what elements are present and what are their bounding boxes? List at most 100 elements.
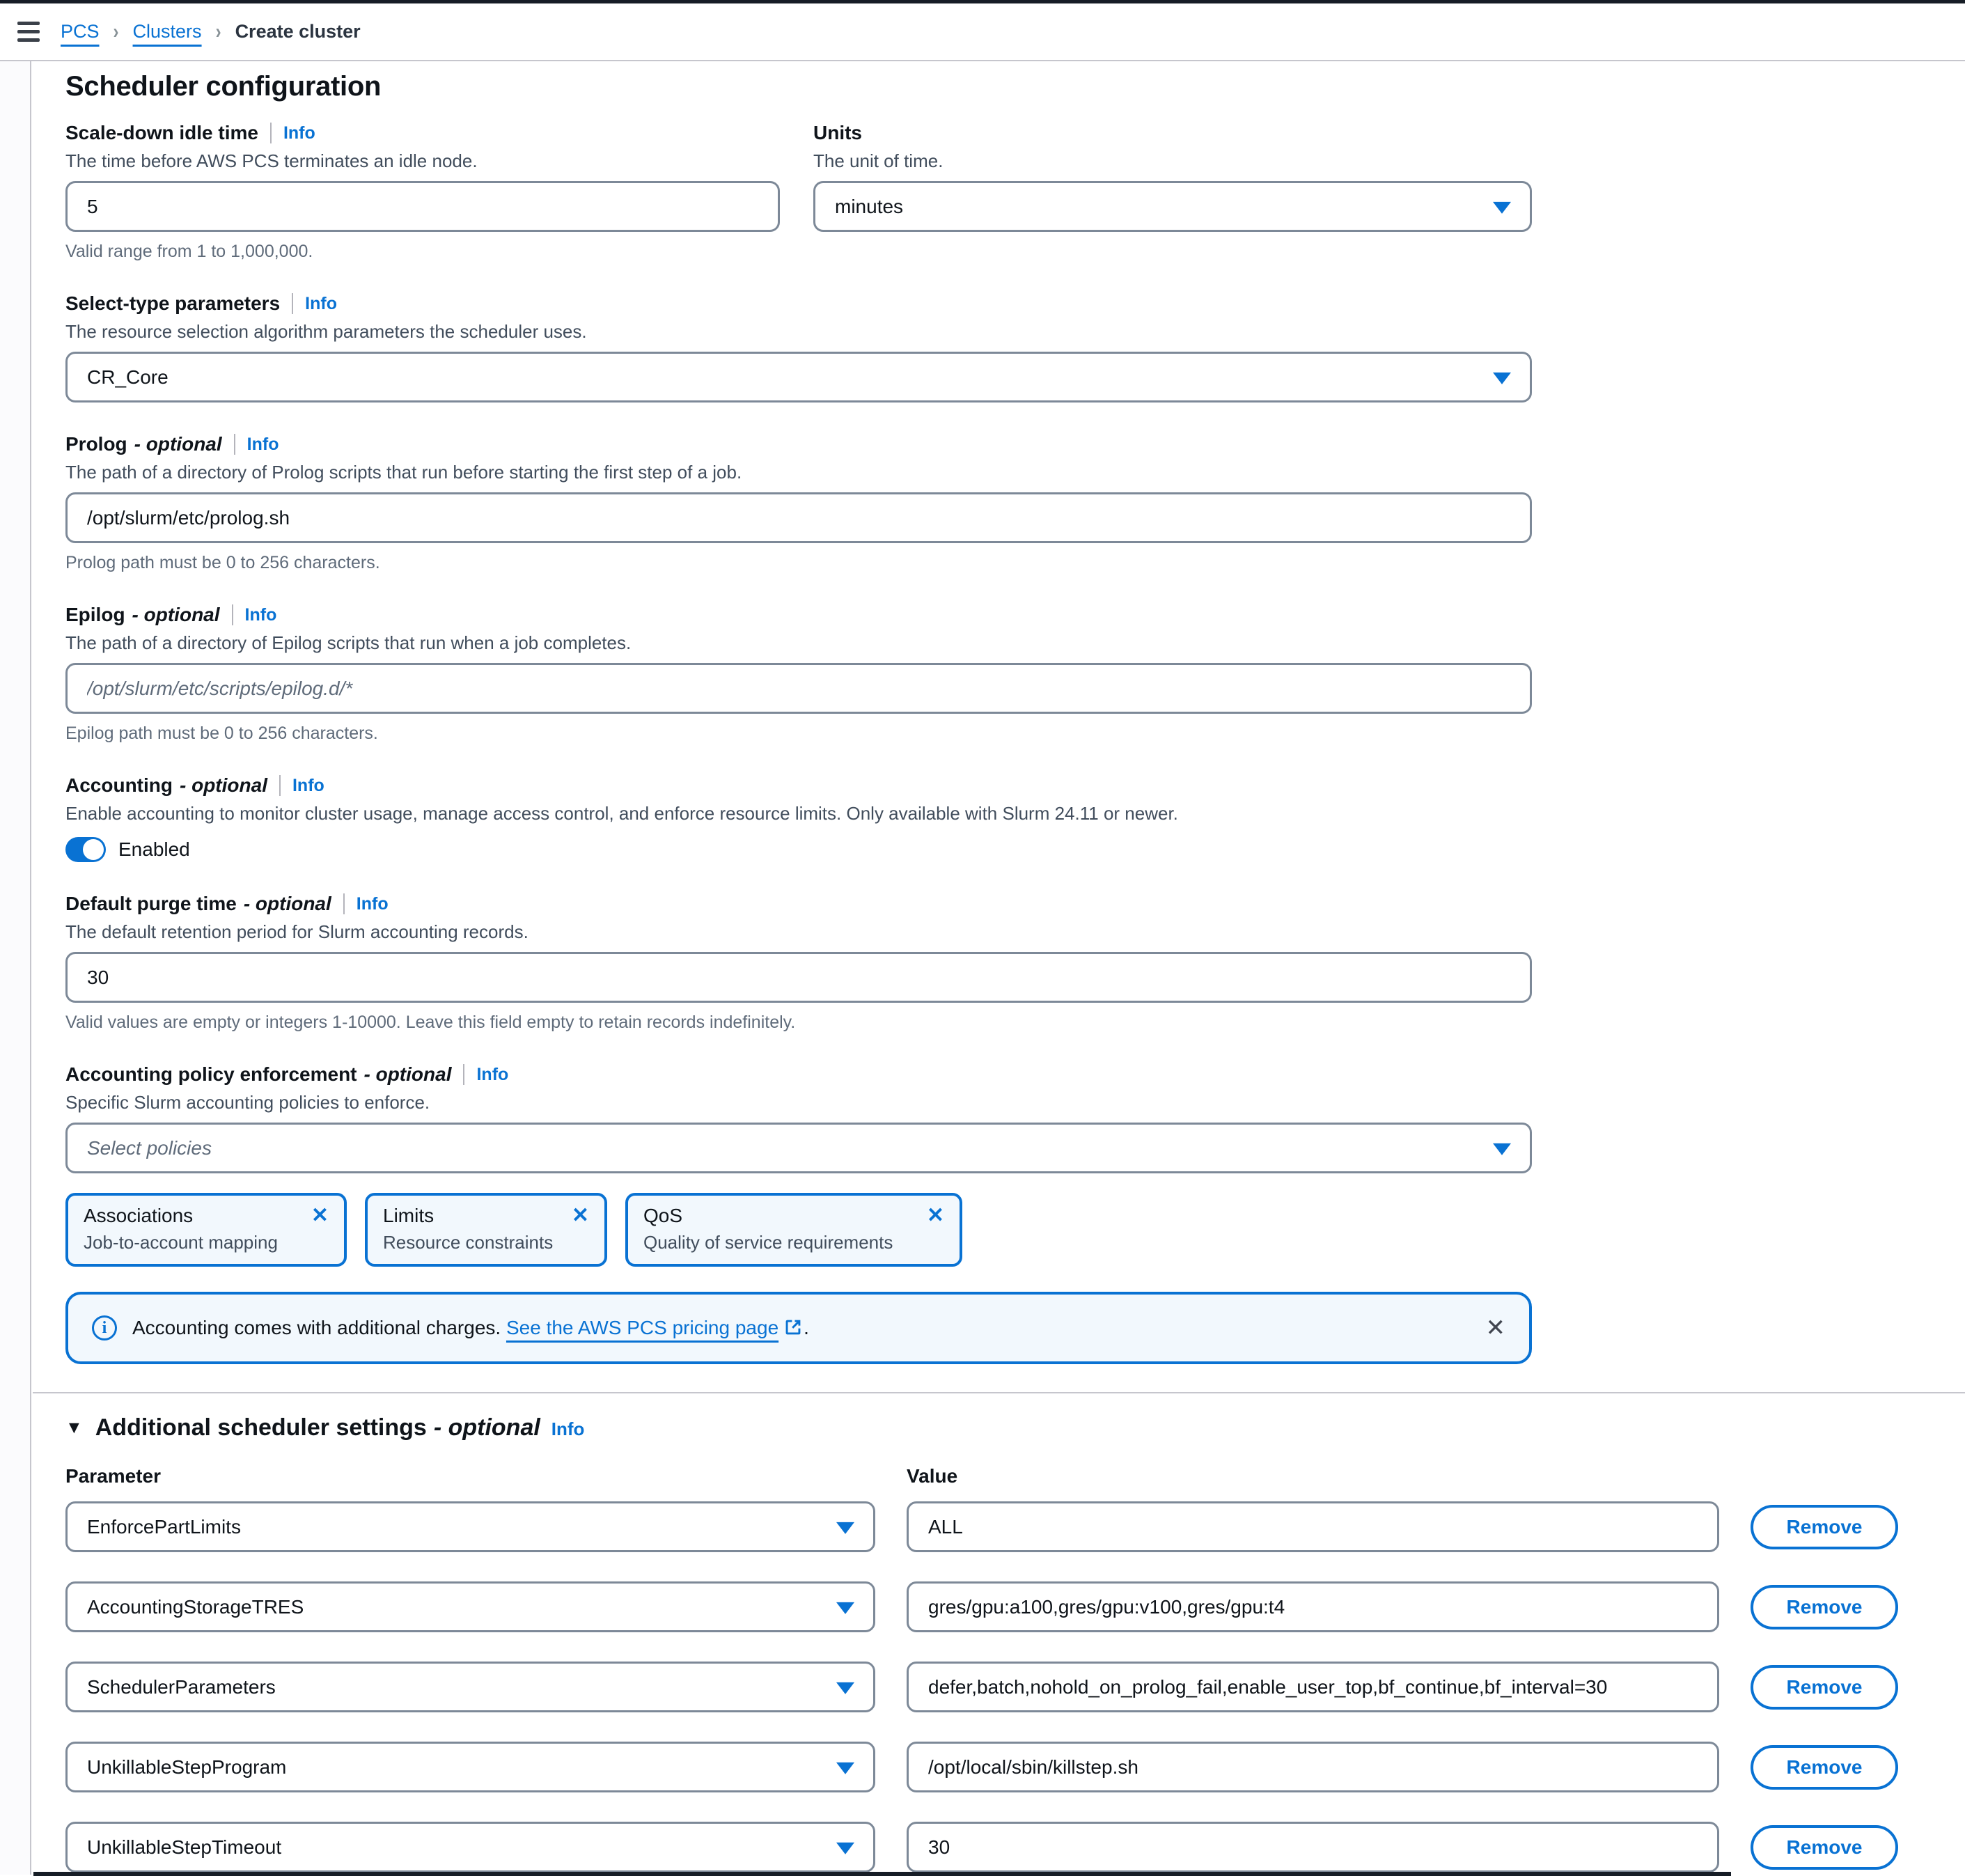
- accounting-description: Enable accounting to monitor cluster usa…: [65, 803, 1927, 824]
- optional-suffix: - optional: [132, 604, 220, 625]
- units-select[interactable]: minutes: [813, 181, 1532, 232]
- prolog-description: The path of a directory of Prolog script…: [65, 462, 1927, 483]
- remove-button[interactable]: Remove: [1751, 1585, 1898, 1629]
- caret-down-icon: [836, 1522, 854, 1533]
- parameter-select[interactable]: EnforcePartLimits: [65, 1501, 875, 1552]
- token-label: Limits: [383, 1205, 434, 1227]
- caret-down-icon: [836, 1762, 854, 1774]
- accounting-charges-alert: i Accounting comes with additional charg…: [65, 1292, 1532, 1364]
- hamburger-menu-icon[interactable]: [17, 22, 40, 42]
- policy-info-link[interactable]: Info: [476, 1065, 508, 1085]
- policy-select[interactable]: Select policies: [65, 1123, 1532, 1173]
- additional-settings-title: Additional scheduler settings: [95, 1414, 427, 1441]
- scale-down-field: Scale-down idle time Info The time befor…: [65, 122, 780, 262]
- select-type-description: The resource selection algorithm paramet…: [65, 321, 1927, 343]
- caret-down-icon: [1493, 201, 1511, 213]
- dismiss-icon[interactable]: ✕: [311, 1205, 329, 1226]
- caret-down-icon: [1493, 372, 1511, 384]
- scale-down-input[interactable]: [65, 181, 780, 232]
- select-type-info-link[interactable]: Info: [305, 294, 337, 314]
- scale-down-info-link[interactable]: Info: [283, 123, 315, 143]
- prolog-constraint: Prolog path must be 0 to 256 characters.: [65, 553, 1927, 573]
- policy-token-group: Associations ✕ Job-to-account mapping Li…: [65, 1193, 1927, 1267]
- prolog-input[interactable]: [65, 492, 1532, 543]
- toggle-knob: [83, 839, 104, 860]
- page-title: Scheduler configuration: [65, 71, 1927, 102]
- dismiss-icon[interactable]: ✕: [927, 1205, 944, 1226]
- policy-field: Accounting policy enforcement- optional …: [65, 1063, 1927, 1267]
- parameter-select[interactable]: UnkillableStepProgram: [65, 1742, 875, 1792]
- prolog-field: Prolog - optional Info The path of a dire…: [65, 433, 1927, 573]
- close-icon[interactable]: ✕: [1486, 1316, 1506, 1340]
- pricing-page-link[interactable]: See the AWS PCS pricing page: [506, 1317, 778, 1338]
- caret-down-icon: [836, 1842, 854, 1854]
- accounting-info-link[interactable]: Info: [292, 776, 324, 796]
- accounting-toggle[interactable]: [65, 837, 106, 862]
- epilog-description: The path of a directory of Epilog script…: [65, 632, 1927, 654]
- token-label: QoS: [643, 1205, 682, 1227]
- remove-button[interactable]: Remove: [1751, 1665, 1898, 1710]
- value-input[interactable]: [907, 1742, 1719, 1792]
- label-divider: [292, 293, 293, 314]
- parameter-selected-value: AccountingStorageTRES: [87, 1596, 304, 1618]
- policy-select-placeholder: Select policies: [87, 1137, 212, 1159]
- remove-button[interactable]: Remove: [1751, 1505, 1898, 1549]
- accounting-label: Accounting: [65, 774, 173, 796]
- parameter-selected-value: UnkillableStepProgram: [87, 1756, 286, 1779]
- setting-row: UnkillableStepProgram Remove: [65, 1742, 1927, 1792]
- accounting-toggle-label: Enabled: [118, 838, 190, 861]
- setting-row: AccountingStorageTRES Remove: [65, 1581, 1927, 1632]
- page-body: Scheduler configuration Scale-down idle …: [0, 61, 1965, 1875]
- info-icon: i: [92, 1315, 117, 1340]
- prolog-info-link[interactable]: Info: [247, 435, 279, 455]
- additional-settings-info-link[interactable]: Info: [551, 1418, 585, 1440]
- token-description: Job-to-account mapping: [84, 1232, 329, 1253]
- setting-row: EnforcePartLimits Remove: [65, 1501, 1927, 1552]
- value-input[interactable]: [907, 1581, 1719, 1632]
- optional-suffix: - optional: [434, 1414, 540, 1441]
- value-input[interactable]: [907, 1662, 1719, 1712]
- parameter-column-header: Parameter: [65, 1465, 875, 1487]
- optional-suffix: - optional: [180, 774, 267, 796]
- setting-row: UnkillableStepTimeout Remove: [65, 1822, 1927, 1873]
- token-qos: QoS ✕ Quality of service requirements: [625, 1193, 962, 1267]
- scheduler-configuration-panel: Scheduler configuration Scale-down idle …: [33, 61, 1965, 1873]
- purge-constraint: Valid values are empty or integers 1-100…: [65, 1013, 1927, 1033]
- epilog-input[interactable]: [65, 663, 1532, 714]
- external-link-icon: [784, 1318, 802, 1336]
- parameter-select[interactable]: UnkillableStepTimeout: [65, 1822, 875, 1873]
- value-input[interactable]: [907, 1822, 1719, 1873]
- purge-input[interactable]: [65, 952, 1532, 1003]
- breadcrumb-link-pcs[interactable]: PCS: [61, 21, 100, 42]
- token-description: Resource constraints: [383, 1232, 589, 1253]
- caret-down-icon: [836, 1682, 854, 1694]
- label-divider: [234, 434, 235, 455]
- value-column-header: Value: [907, 1465, 1719, 1487]
- value-input[interactable]: [907, 1501, 1719, 1552]
- optional-suffix: - optional: [134, 433, 222, 455]
- units-selected-value: minutes: [835, 196, 903, 218]
- breadcrumb-bar: PCS › Clusters › Create cluster: [0, 3, 1965, 61]
- expand-triangle-icon[interactable]: ▼: [65, 1418, 83, 1438]
- select-type-select[interactable]: CR_Core: [65, 352, 1532, 402]
- purge-description: The default retention period for Slurm a…: [65, 921, 1927, 943]
- label-divider: [232, 604, 233, 625]
- remove-button[interactable]: Remove: [1751, 1825, 1898, 1870]
- prolog-label: Prolog: [65, 433, 127, 455]
- parameter-selected-value: EnforcePartLimits: [87, 1516, 241, 1538]
- epilog-info-link[interactable]: Info: [245, 605, 277, 625]
- breadcrumb-chevron-icon: ›: [216, 19, 221, 44]
- purge-label: Default purge time: [65, 893, 237, 914]
- optional-suffix: - optional: [364, 1063, 452, 1085]
- additional-settings-header[interactable]: ▼ Additional scheduler settings - optiona…: [65, 1414, 1927, 1441]
- purge-field: Default purge time- optional Info The de…: [65, 893, 1927, 1033]
- dismiss-icon[interactable]: ✕: [572, 1205, 589, 1226]
- parameter-select[interactable]: SchedulerParameters: [65, 1662, 875, 1712]
- remove-button[interactable]: Remove: [1751, 1745, 1898, 1790]
- breadcrumb-chevron-icon: ›: [113, 19, 119, 44]
- parameter-select[interactable]: AccountingStorageTRES: [65, 1581, 875, 1632]
- breadcrumb-link-clusters[interactable]: Clusters: [133, 21, 202, 42]
- token-associations: Associations ✕ Job-to-account mapping: [65, 1193, 347, 1267]
- purge-info-link[interactable]: Info: [357, 894, 389, 914]
- parameter-selected-value: SchedulerParameters: [87, 1676, 276, 1698]
